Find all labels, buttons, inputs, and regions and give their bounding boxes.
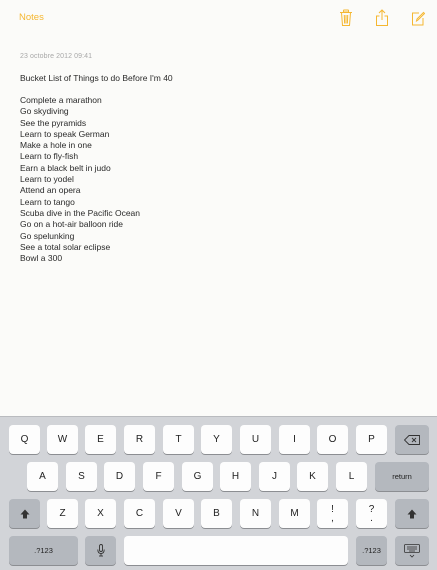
key-p[interactable]: P — [356, 425, 387, 454]
delete-icon — [404, 434, 420, 445]
key-question-period[interactable]: ? . — [356, 499, 387, 528]
toolbar-actions — [339, 9, 425, 27]
key-n[interactable]: N — [240, 499, 271, 528]
dictation-key[interactable] — [85, 536, 116, 565]
key-i[interactable]: I — [279, 425, 310, 454]
note-title: Bucket List of Things to do Before I'm 4… — [20, 73, 173, 83]
key-e[interactable]: E — [85, 425, 116, 454]
list-item: Bowl a 300 — [20, 253, 63, 264]
key-w[interactable]: W — [47, 425, 78, 454]
navigation-bar: Notes — [0, 0, 437, 36]
share-icon[interactable] — [375, 9, 389, 27]
list-item: Learn to tango — [20, 196, 75, 207]
list-item: Earn a black belt in judo — [20, 162, 111, 173]
list-item: Complete a marathon — [20, 95, 102, 105]
list-item: Learn to yodel — [20, 174, 74, 185]
shift-key-right[interactable] — [395, 499, 429, 528]
list-item: Go on a hot-air balloon ride — [20, 219, 124, 230]
dismiss-keyboard-key[interactable] — [395, 536, 429, 565]
key-l[interactable]: L — [336, 462, 367, 491]
space-bar[interactable] — [124, 536, 348, 565]
shift-icon — [407, 509, 417, 519]
numbers-key-right[interactable]: .?123 — [356, 536, 387, 565]
key-b[interactable]: B — [201, 499, 232, 528]
key-u[interactable]: U — [240, 425, 271, 454]
microphone-icon — [96, 544, 105, 557]
key-exclaim-comma[interactable]: ! , — [317, 499, 348, 528]
key-c[interactable]: C — [124, 499, 155, 528]
list-item: Go spelunking — [20, 230, 75, 241]
numbers-key-left[interactable]: .?123 — [9, 536, 78, 565]
shift-key-left[interactable] — [9, 499, 40, 528]
list-item: See a total solar eclipse — [20, 241, 111, 252]
key-z[interactable]: Z — [47, 499, 78, 528]
notes-back-link[interactable]: Notes — [19, 12, 44, 23]
exclaim-comma-glyphs: ! , — [331, 503, 334, 524]
list-item: See the pyramids — [20, 117, 87, 128]
key-o[interactable]: O — [317, 425, 348, 454]
delete-key[interactable] — [395, 425, 429, 454]
key-v[interactable]: V — [163, 499, 194, 528]
key-r[interactable]: R — [124, 425, 155, 454]
key-m[interactable]: M — [279, 499, 310, 528]
keyboard-dismiss-icon — [404, 543, 420, 558]
note-date: 23 octobre 2012 09:41 — [20, 53, 93, 60]
key-h[interactable]: H — [220, 462, 251, 491]
numbers-label: .?123 — [34, 546, 53, 555]
list-item: Go skydiving — [20, 106, 69, 117]
note-body[interactable]: 23 octobre 2012 09:41 Bucket List of Thi… — [20, 52, 420, 264]
key-j[interactable]: J — [259, 462, 290, 491]
key-y[interactable]: Y — [201, 425, 232, 454]
return-label: return — [392, 472, 412, 481]
list-item: Scuba dive in the Pacific Ocean — [20, 207, 141, 218]
key-f[interactable]: F — [143, 462, 174, 491]
question-period-glyphs: ? . — [368, 503, 375, 524]
list-item: Attend an opera — [20, 185, 81, 196]
key-g[interactable]: G — [182, 462, 213, 491]
numbers-label: .?123 — [362, 546, 381, 555]
return-key[interactable]: return — [375, 462, 429, 491]
key-q[interactable]: Q — [9, 425, 40, 454]
trash-icon[interactable] — [339, 9, 353, 27]
key-t[interactable]: T — [163, 425, 194, 454]
shift-icon — [20, 509, 30, 519]
key-a[interactable]: A — [27, 462, 58, 491]
compose-icon[interactable] — [411, 9, 425, 27]
list-item: Learn to speak German — [20, 128, 110, 139]
key-x[interactable]: X — [85, 499, 116, 528]
list-item: Learn to fly-fish — [20, 151, 79, 162]
key-k[interactable]: K — [297, 462, 328, 491]
key-s[interactable]: S — [66, 462, 97, 491]
note-list: Complete a marathon Go skydiving See the… — [20, 95, 420, 264]
list-item: Make a hole in one — [20, 140, 92, 151]
keyboard: Q W E R T Y U I O P A S D F G H J K L re… — [0, 416, 437, 570]
key-d[interactable]: D — [104, 462, 135, 491]
